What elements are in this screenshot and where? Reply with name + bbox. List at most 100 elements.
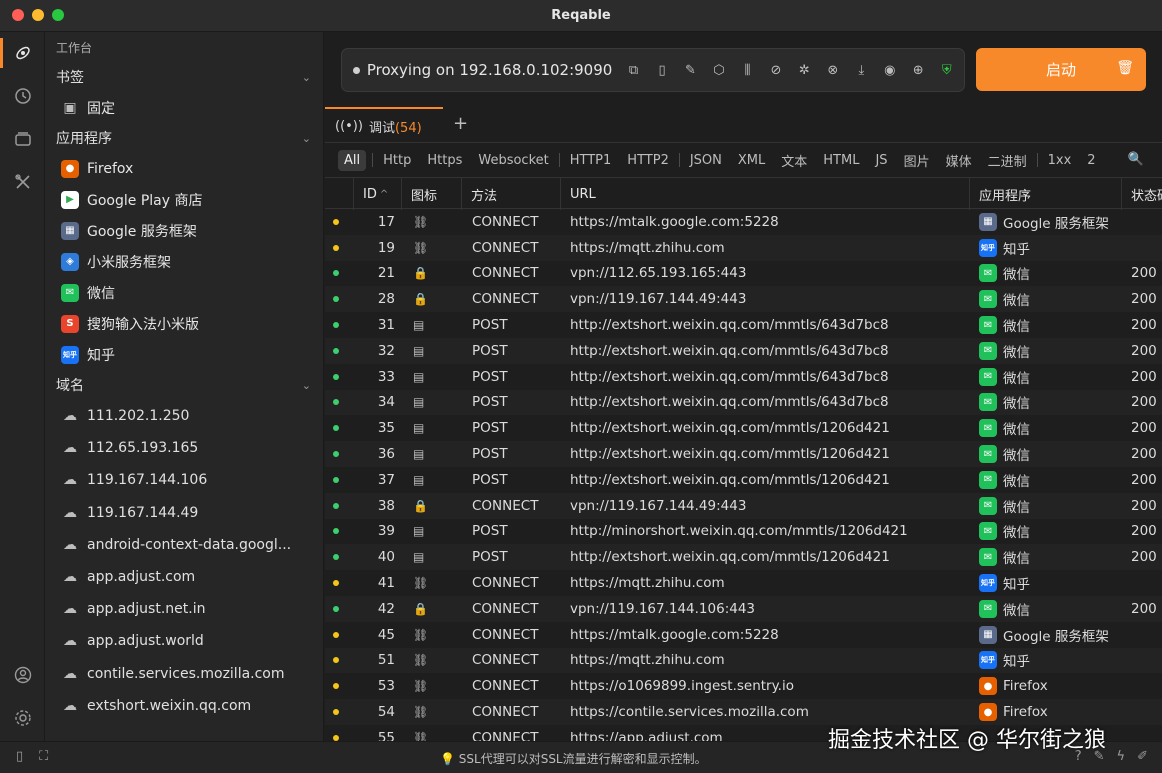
filter-chip[interactable]: XML (730, 153, 773, 168)
table-row[interactable]: 35 ▤ POST http://extshort.weixin.qq.com/mmt… (325, 415, 1162, 441)
sidebar-item-domain[interactable]: ☁ 112.65.193.165 (45, 432, 323, 464)
sidebar-item-app[interactable]: S 搜狗输入法小米版 (45, 308, 323, 339)
android-icon: ▦ (61, 221, 79, 240)
filter-chip[interactable]: 媒体 (938, 151, 980, 170)
sidebar-item-app[interactable]: ▶ Google Play 商店 (45, 184, 323, 215)
fullscreen-icon[interactable]: ⛶ (39, 749, 48, 764)
google-play-icon: ▶ (61, 190, 79, 209)
tab-debug[interactable]: ((•)) 调试(54) (325, 107, 443, 143)
block-icon[interactable]: ⊗ (822, 59, 844, 82)
table-row[interactable]: 31 ▤ POST http://extshort.weixin.qq.com/mmt… (325, 312, 1162, 338)
sidebar-item-app[interactable]: 知乎 知乎 (45, 339, 323, 370)
row-id: 21 (377, 265, 395, 282)
table-row[interactable]: 32 ▤ POST http://extshort.weixin.qq.com/mmt… (325, 337, 1162, 364)
table-row[interactable]: 41 ⛓ CONNECT https://mqtt.zhihu.com 知乎 知乎 (325, 570, 1162, 596)
table-row[interactable]: 42 🔒 CONNECT vpn://119.167.144.106:443 ✉ 微信 20… (325, 595, 1162, 622)
table-row[interactable]: 34 ▤ POST http://extshort.weixin.qq.com/mmt… (325, 389, 1162, 416)
ssl-lock-icon[interactable]: ⬡ (708, 59, 730, 82)
column-header-url[interactable]: URL (560, 178, 969, 210)
sidebar-toggle-icon[interactable]: ▯ (16, 749, 23, 764)
filter-chip[interactable]: JS (867, 153, 895, 168)
settings-icon[interactable] (12, 707, 34, 729)
sidebar-item-domain[interactable]: ☁ 119.167.144.106 (45, 464, 323, 496)
sidebar-item-app[interactable]: ◈ 小米服务框架 (45, 246, 323, 277)
table-row[interactable]: 39 ▤ POST http://minorshort.weixin.qq.com/m… (325, 519, 1162, 545)
tools-icon[interactable] (12, 171, 34, 193)
filter-chip[interactable]: 2 (1079, 153, 1103, 168)
column-header-status[interactable]: 状态码 (1121, 178, 1162, 210)
add-tab-button[interactable]: + (453, 113, 468, 134)
column-header-icon[interactable]: 图标 (401, 178, 461, 210)
filter-chip[interactable]: Http (375, 153, 419, 168)
flash-icon[interactable]: ϟ (1117, 749, 1126, 764)
shield-check-icon[interactable]: ⛨ (935, 59, 957, 82)
sidebar-item-domain[interactable]: ☁ extshort.weixin.qq.com (45, 690, 323, 722)
sidebar-item-domain[interactable]: ☁ android-context-data.googl... (45, 529, 323, 561)
table-row[interactable]: 21 🔒 CONNECT vpn://112.65.193.165:443 ✉ 微信 200 (325, 261, 1162, 287)
network-icon[interactable] (12, 42, 34, 64)
network-off-icon[interactable]: ⊘ (765, 59, 787, 82)
row-app: ✉ 微信 (979, 596, 1119, 622)
sidebar-item-domain[interactable]: ☁ 111.202.1.250 (45, 400, 323, 432)
sidebar-item-pinned[interactable]: ▣ 固定 (45, 92, 323, 123)
sidebar-item-domain[interactable]: ☁ 119.167.144.49 (45, 497, 323, 529)
copy-icon[interactable]: ⧉ (622, 59, 644, 82)
filter-chip[interactable]: 二进制 (980, 151, 1035, 170)
proxy-status-text: Proxying on 192.168.0.102:9090 (366, 61, 613, 79)
sidebar-item-domain[interactable]: ☁ app.adjust.net.in (45, 593, 323, 625)
table-row[interactable]: 51 ⛓ CONNECT https://mqtt.zhihu.com 知乎 知乎 (325, 647, 1162, 674)
edit-icon[interactable]: ✐ (1137, 749, 1148, 764)
globe-icon[interactable]: ⊕ (907, 59, 929, 82)
filter-chip[interactable]: Https (419, 153, 470, 168)
table-row[interactable]: 38 🔒 CONNECT vpn://119.167.144.49:443 ✉ 微信 200 (325, 492, 1162, 519)
table-row[interactable]: 36 ▤ POST http://extshort.weixin.qq.com/mmt… (325, 441, 1162, 467)
search-icon[interactable]: 🔍 (1128, 152, 1144, 167)
filter-chip[interactable]: HTTP1 (562, 153, 620, 168)
minimize-window-button[interactable] (32, 9, 44, 21)
collections-icon[interactable] (12, 128, 34, 150)
bookmarks-section-header[interactable]: 书签 ⌄ (45, 62, 323, 92)
table-row[interactable]: 53 ⛓ CONNECT https://o1069899.ingest.sentry… (325, 673, 1162, 699)
filter-all[interactable]: All (338, 149, 367, 171)
filter-chip[interactable]: 1xx (1040, 153, 1080, 168)
history-icon[interactable] (12, 85, 34, 107)
column-header-id[interactable]: ID ^ (353, 178, 401, 210)
bug-icon[interactable]: ✲ (793, 59, 815, 82)
table-row[interactable]: 40 ▤ POST http://extshort.weixin.qq.com/mmt… (325, 544, 1162, 571)
filter-chip[interactable]: 图片 (896, 151, 938, 170)
table-row[interactable]: 37 ▤ POST http://extshort.weixin.qq.com/mmt… (325, 467, 1162, 493)
trash-icon[interactable]: 🗑 (1116, 60, 1134, 76)
table-row[interactable]: 19 ⛓ CONNECT https://mqtt.zhihu.com 知乎 知乎 (325, 234, 1162, 261)
filter-chip[interactable]: Websocket (470, 153, 556, 168)
zoom-window-button[interactable] (52, 9, 64, 21)
account-icon[interactable] (12, 664, 34, 686)
filter-chip[interactable]: JSON (682, 153, 730, 168)
close-window-button[interactable] (12, 9, 24, 21)
filter-chip[interactable]: HTTP2 (619, 153, 677, 168)
throttle-icon[interactable]: ⫼ (736, 59, 758, 82)
sidebar-item-app[interactable]: ● Firefox (45, 153, 323, 184)
sidebar-item-domain[interactable]: ☁ app.adjust.world (45, 625, 323, 657)
filter-chip[interactable]: HTML (815, 153, 867, 168)
download-icon[interactable]: ⤓ (850, 59, 872, 82)
sidebar-item-app[interactable]: ▦ Google 服务框架 (45, 215, 323, 246)
table-row[interactable]: 17 ⛓ CONNECT https://mtalk.google.com:5228 ▦… (325, 209, 1162, 235)
start-button[interactable]: 启动 🗑 (976, 48, 1146, 91)
edit-icon[interactable]: ✎ (679, 59, 701, 82)
domains-section-header[interactable]: 域名 ⌄ (45, 370, 323, 400)
filter-chip[interactable]: 文本 (773, 151, 815, 170)
breakpoint-icon[interactable]: ◉ (879, 59, 901, 82)
row-id: 54 (377, 704, 395, 721)
filter-separator (558, 153, 560, 167)
table-row[interactable]: 45 ⛓ CONNECT https://mtalk.google.com:5228 ▦… (325, 622, 1162, 648)
status-dot (333, 528, 339, 535)
mobile-icon[interactable]: ▯ (651, 59, 673, 82)
column-header-method[interactable]: 方法 (461, 178, 560, 210)
sidebar-item-domain[interactable]: ☁ app.adjust.com (45, 561, 323, 593)
column-header-app[interactable]: 应用程序 (969, 178, 1121, 210)
apps-section-header[interactable]: 应用程序 ⌄ (45, 123, 323, 153)
table-row[interactable]: 28 🔒 CONNECT vpn://119.167.144.49:443 ✉ 微信 200 (325, 286, 1162, 313)
sidebar-item-app[interactable]: ✉ 微信 (45, 277, 323, 308)
table-row[interactable]: 33 ▤ POST http://extshort.weixin.qq.com/mmt… (325, 364, 1162, 390)
sidebar-item-domain[interactable]: ☁ contile.services.mozilla.com (45, 658, 323, 690)
